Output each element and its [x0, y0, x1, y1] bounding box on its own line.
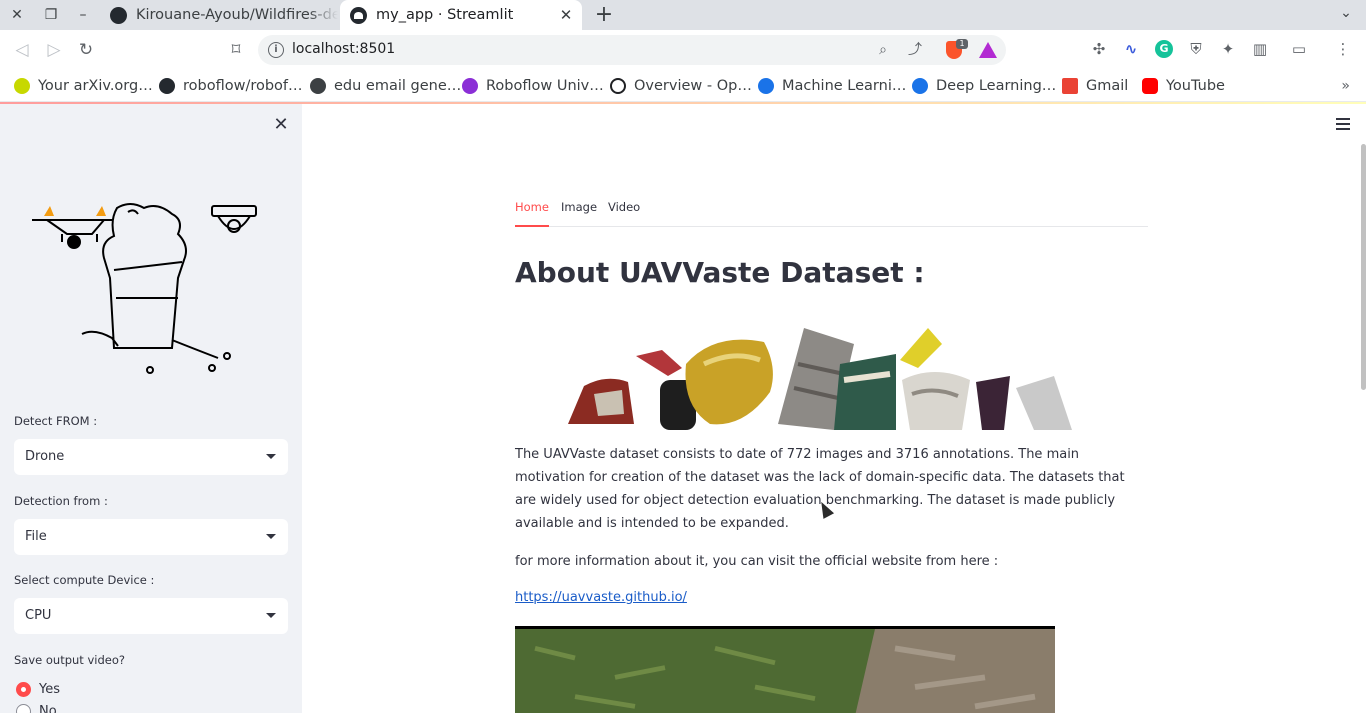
bookmark-gmail[interactable]: Gmail	[1062, 76, 1128, 96]
close-tab-icon[interactable]: ✕	[556, 5, 576, 25]
coursera-icon	[912, 78, 928, 94]
radio-yes[interactable]: Yes	[16, 682, 60, 697]
compute-device-select[interactable]: CPU	[14, 598, 288, 634]
wallet-icon[interactable]: ▭	[1290, 40, 1308, 58]
menu-icon[interactable]: ⋮	[1334, 40, 1352, 58]
chevron-right-icon[interactable]: »	[1341, 78, 1350, 94]
chevron-down-icon	[266, 534, 276, 539]
browser-toolbar: ◁ ▷ ↻ ⌑ i localhost:8501 ⌕ ⤴ 1 ✣ ∿ G ⛨ ✦…	[0, 30, 1366, 70]
hamburger-menu-icon[interactable]	[1336, 118, 1352, 132]
globe-icon	[310, 78, 326, 94]
bookmarks-bar: Your arXiv.org… roboflow/robof… edu emai…	[0, 70, 1366, 102]
bookmark-label: Roboflow Univ…	[486, 78, 604, 94]
main-content: Home Image Video About UAVVaste Dataset …	[302, 104, 1366, 713]
bookmark-openai-overview[interactable]: Overview - Op…	[610, 76, 752, 96]
bookmark-icon[interactable]: ⌑	[224, 38, 248, 62]
wave-extension-icon[interactable]: ∿	[1122, 40, 1140, 58]
bookmark-arxiv[interactable]: Your arXiv.org…	[14, 76, 153, 96]
grammarly-icon[interactable]: G	[1155, 40, 1173, 58]
trash-banner-image	[568, 328, 1072, 430]
sidebar: ✕ Detect FROM : Drone Detection from : F…	[0, 104, 302, 713]
site-info-icon[interactable]: i	[268, 42, 284, 58]
bookmark-youtube[interactable]: YouTube	[1142, 76, 1225, 96]
chevron-down-icon[interactable]: ⌄	[1336, 5, 1356, 25]
chevron-down-icon	[266, 454, 276, 459]
page-tabs: Home Image Video	[515, 200, 1148, 227]
extension-icon[interactable]: ✣	[1090, 40, 1108, 58]
bookmark-label: Deep Learning…	[936, 78, 1057, 94]
chevron-down-icon	[266, 613, 276, 618]
detect-from-select[interactable]: Drone	[14, 439, 288, 475]
roboflow-icon	[462, 78, 478, 94]
close-sidebar-icon[interactable]: ✕	[270, 114, 292, 136]
bookmark-label: Your arXiv.org…	[38, 78, 153, 94]
bookmark-roboflow-universe[interactable]: Roboflow Univ…	[462, 76, 604, 96]
shield-count-badge: 1	[956, 39, 968, 49]
puzzle-icon[interactable]: ✦	[1219, 40, 1237, 58]
drone-trash-logo-image	[32, 203, 257, 374]
streamlit-icon	[350, 6, 367, 24]
gmail-icon	[1062, 78, 1078, 94]
back-button[interactable]: ◁	[10, 38, 34, 62]
page-title: About UAVVaste Dataset :	[515, 256, 925, 289]
detection-from-select[interactable]: File	[14, 519, 288, 555]
arxiv-icon	[14, 78, 30, 94]
save-output-label: Save output video?	[14, 653, 125, 667]
uavvaste-website-link[interactable]: https://uavvaste.github.io/	[515, 590, 687, 605]
browser-tab-streamlit[interactable]: my_app · Streamlit ✕	[340, 0, 582, 30]
compute-device-label: Select compute Device :	[14, 573, 155, 587]
tab-title: my_app · Streamlit	[376, 7, 514, 23]
bookmark-label: roboflow/robof…	[183, 78, 303, 94]
aerial-photo-image	[515, 626, 1055, 713]
coursera-icon	[758, 78, 774, 94]
forward-button[interactable]: ▷	[42, 38, 66, 62]
browser-tab-strip: ✕ ❐ – Kirouane-Ayoub/Wildfires-de my_app…	[0, 0, 1366, 30]
radio-unselected-icon	[16, 704, 31, 713]
close-window-icon[interactable]: ✕	[6, 4, 28, 26]
bookmark-roboflow-github[interactable]: roboflow/robof…	[159, 76, 303, 96]
github-icon	[159, 78, 175, 94]
more-info-text: for more information about it, you can v…	[515, 554, 999, 569]
bookmark-label: YouTube	[1166, 78, 1225, 94]
compute-device-value: CPU	[25, 608, 52, 623]
bookmark-label: Machine Learni…	[782, 78, 907, 94]
bookmark-label: edu email gene…	[334, 78, 462, 94]
tab-video[interactable]: Video	[608, 200, 640, 227]
url-text: localhost:8501	[292, 41, 396, 57]
detect-from-value: Drone	[25, 449, 65, 464]
radio-selected-icon	[16, 682, 31, 697]
bookmark-deep-learning[interactable]: Deep Learning…	[912, 76, 1056, 96]
bookmark-machine-learning[interactable]: Machine Learni…	[758, 76, 906, 96]
share-icon[interactable]: ⤴	[906, 41, 924, 59]
detection-from-label: Detection from :	[14, 494, 108, 508]
bookmark-label: Gmail	[1086, 78, 1129, 94]
youtube-icon	[1142, 78, 1158, 94]
radio-label: Yes	[39, 682, 60, 697]
radio-no[interactable]: No	[16, 704, 57, 713]
restore-window-icon[interactable]: ❐	[40, 4, 62, 26]
github-icon	[110, 6, 127, 24]
shield-extension-icon[interactable]: ⛨	[1187, 40, 1205, 58]
brave-rewards-icon[interactable]	[979, 42, 997, 58]
openai-icon	[610, 78, 626, 94]
browser-tab-github[interactable]: Kirouane-Ayoub/Wildfires-de	[100, 0, 338, 30]
new-tab-button[interactable]: +	[592, 2, 616, 28]
dataset-description: The UAVVaste dataset consists to date of…	[515, 447, 1125, 531]
tab-image[interactable]: Image	[561, 200, 597, 227]
radio-label: No	[39, 704, 57, 713]
detect-from-label: Detect FROM :	[14, 414, 98, 428]
minimize-window-icon[interactable]: –	[72, 4, 94, 26]
tab-home[interactable]: Home	[515, 200, 549, 227]
bookmark-edu-email[interactable]: edu email gene…	[310, 76, 461, 96]
zoom-icon[interactable]: ⌕	[874, 41, 892, 59]
bookmark-label: Overview - Op…	[634, 78, 752, 94]
reload-button[interactable]: ↻	[74, 38, 98, 62]
scrollbar[interactable]	[1361, 144, 1366, 390]
tab-fade	[308, 0, 338, 30]
detection-from-value: File	[25, 529, 47, 544]
sidebar-toggle-icon[interactable]: ▥	[1251, 40, 1269, 58]
address-bar[interactable]: i localhost:8501 ⌕ ⤴ 1	[258, 35, 1006, 65]
